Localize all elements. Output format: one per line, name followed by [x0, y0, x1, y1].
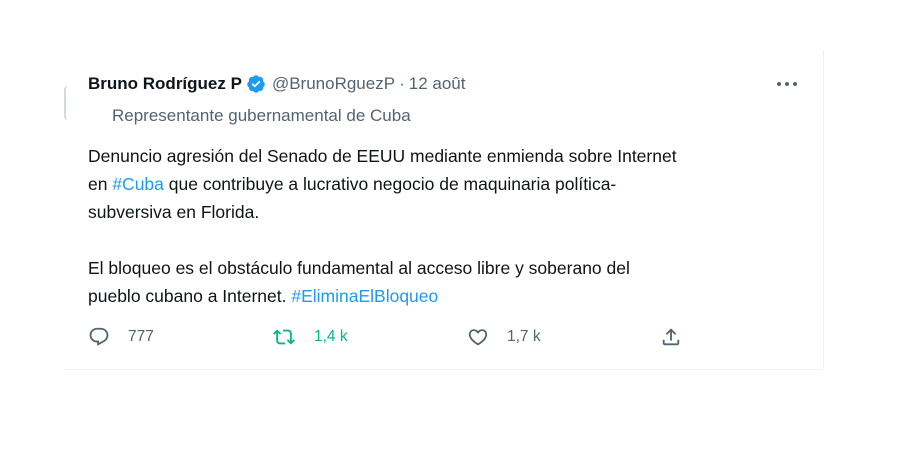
verified-badge-icon	[246, 74, 266, 94]
reply-count: 777	[128, 328, 154, 345]
text-line: en #Cuba que contribuye a lucrativo nego…	[88, 170, 808, 198]
government-label[interactable]: Representante gubernamental de Cuba	[112, 106, 411, 126]
heart-icon	[467, 326, 489, 348]
text-line: Denuncio agresión del Senado de EEUU med…	[88, 146, 677, 166]
reply-icon	[88, 326, 110, 348]
like-button[interactable]: 1,7 k	[467, 326, 541, 348]
author-name[interactable]: Bruno Rodríguez P	[88, 74, 242, 94]
retweet-button[interactable]: 1,4 k	[272, 326, 348, 348]
separator-dot: ·	[399, 74, 405, 93]
tweet-header: Bruno Rodríguez P @BrunoRguezP · 12 août	[88, 72, 465, 96]
text-line: El bloqueo es el obstáculo fundamental a…	[88, 258, 630, 278]
share-icon	[660, 326, 682, 348]
author-handle[interactable]: @BrunoRguezP	[272, 74, 395, 94]
retweet-count: 1,4 k	[314, 328, 348, 345]
share-button[interactable]	[660, 326, 682, 348]
hashtag-link[interactable]: #Cuba	[112, 174, 164, 194]
text-segment: que contribuye a lucrativo negocio de ma…	[163, 174, 617, 194]
retweet-icon	[272, 326, 296, 348]
tweet-date[interactable]: 12 août	[409, 74, 466, 94]
hashtag-link[interactable]: #EliminaElBloqueo	[291, 286, 438, 306]
tweet-actions: 777 1,4 k 1,7 k	[0, 326, 900, 350]
tweet-text: Denuncio agresión del Senado de EEUU med…	[88, 142, 808, 310]
more-options-icon[interactable]	[774, 72, 800, 96]
like-count: 1,7 k	[507, 328, 541, 345]
text-line: pueblo cubano a Internet. #EliminaElBloq…	[88, 282, 808, 310]
avatar-edge[interactable]	[64, 86, 70, 120]
reply-button[interactable]: 777	[88, 326, 154, 348]
text-segment: pueblo cubano a Internet.	[88, 286, 292, 306]
text-line: subversiva en Florida.	[88, 202, 260, 222]
text-segment: en	[88, 174, 113, 194]
